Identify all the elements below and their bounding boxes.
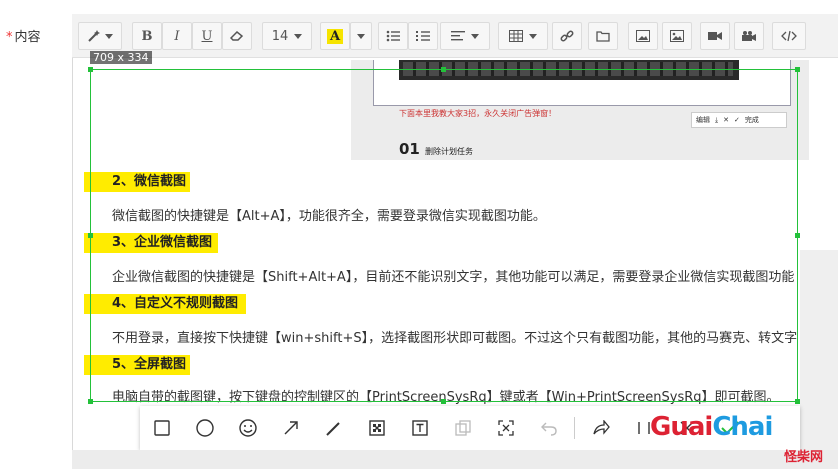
pencil-icon xyxy=(325,422,340,436)
italic-button[interactable]: I xyxy=(162,22,192,50)
emoji-tool[interactable] xyxy=(226,406,269,450)
mosaic-icon xyxy=(368,420,385,436)
link-icon xyxy=(560,30,574,42)
code-icon xyxy=(781,30,797,42)
mosaic-tool[interactable] xyxy=(355,406,398,450)
handle-top[interactable] xyxy=(441,67,446,72)
numbered-list-button[interactable] xyxy=(408,22,438,50)
align-left-icon xyxy=(451,31,465,41)
handle-right[interactable] xyxy=(795,233,800,238)
handle-top-left[interactable] xyxy=(88,67,93,72)
format-painter-button[interactable] xyxy=(78,22,122,50)
text-tool[interactable] xyxy=(398,406,441,450)
handle-left[interactable] xyxy=(88,233,93,238)
editor-screen: * 内容 B I U 14 A 下面本里我教大家3招，永久关闭广告弹窗！ 01 … xyxy=(0,0,838,469)
watermark-sub: 怪柴网 xyxy=(784,450,824,465)
content-label-text: 内容 xyxy=(14,30,41,45)
font-size-select[interactable]: 14 xyxy=(262,22,312,50)
multi-image-button[interactable] xyxy=(662,22,692,50)
required-mark: * xyxy=(6,30,13,45)
gallery-icon xyxy=(670,30,684,42)
arrow-icon xyxy=(284,421,298,435)
watermark-logo: GuaiChai xyxy=(650,412,773,442)
editor-bottom xyxy=(72,450,838,469)
handle-bottom[interactable] xyxy=(441,399,446,404)
film-camera-icon xyxy=(742,31,756,41)
image-icon xyxy=(636,30,650,42)
copy-icon xyxy=(454,420,471,436)
source-code-button[interactable] xyxy=(772,22,806,50)
pen-tool[interactable] xyxy=(312,406,355,450)
editor-toolbar: B I U 14 A xyxy=(72,14,838,58)
highlight-color-dropdown[interactable] xyxy=(350,22,372,50)
highlight-a-icon: A xyxy=(326,28,344,44)
table-select[interactable] xyxy=(498,22,548,50)
handle-top-right[interactable] xyxy=(795,67,800,72)
video-button[interactable] xyxy=(700,22,730,50)
copy-tool[interactable] xyxy=(441,406,484,450)
selection-rectangle[interactable] xyxy=(90,69,798,402)
handle-bottom-right[interactable] xyxy=(795,399,800,404)
bullet-list-icon xyxy=(386,30,400,42)
undo-icon xyxy=(540,422,557,436)
font-size-value: 14 xyxy=(271,28,289,44)
share-button[interactable] xyxy=(579,406,622,450)
watermark-b: Chai xyxy=(712,412,773,442)
bullet-list-button[interactable] xyxy=(378,22,408,50)
share-icon xyxy=(592,420,610,435)
handle-bottom-left[interactable] xyxy=(88,399,93,404)
text-icon xyxy=(411,420,428,436)
eraser-icon xyxy=(230,30,244,41)
content-field-label: * 内容 xyxy=(6,26,41,45)
ocr-tool[interactable] xyxy=(484,406,527,450)
folder-icon xyxy=(596,31,610,42)
bold-button[interactable]: B xyxy=(132,22,162,50)
circle-icon xyxy=(195,419,214,437)
image-button[interactable] xyxy=(628,22,658,50)
magic-wand-icon xyxy=(88,30,100,42)
link-button[interactable] xyxy=(552,22,582,50)
smiley-icon xyxy=(238,419,257,437)
highlight-color-button[interactable]: A xyxy=(320,22,350,50)
underline-button[interactable]: U xyxy=(192,22,222,50)
scan-text-icon xyxy=(497,420,514,436)
selection-dimensions: 709 x 334 xyxy=(90,51,152,64)
rectangle-icon xyxy=(153,420,170,436)
rectangle-tool[interactable] xyxy=(140,406,183,450)
media-button[interactable] xyxy=(734,22,764,50)
ellipse-tool[interactable] xyxy=(183,406,226,450)
arrow-tool[interactable] xyxy=(269,406,312,450)
table-icon xyxy=(509,30,523,42)
folder-button[interactable] xyxy=(588,22,618,50)
video-camera-icon xyxy=(708,32,722,40)
eraser-button[interactable] xyxy=(222,22,252,50)
align-select[interactable] xyxy=(440,22,490,50)
undo-button[interactable] xyxy=(527,406,570,450)
outside-region xyxy=(800,250,838,469)
watermark-a: Guai xyxy=(650,412,713,442)
numbered-list-icon xyxy=(416,31,430,41)
